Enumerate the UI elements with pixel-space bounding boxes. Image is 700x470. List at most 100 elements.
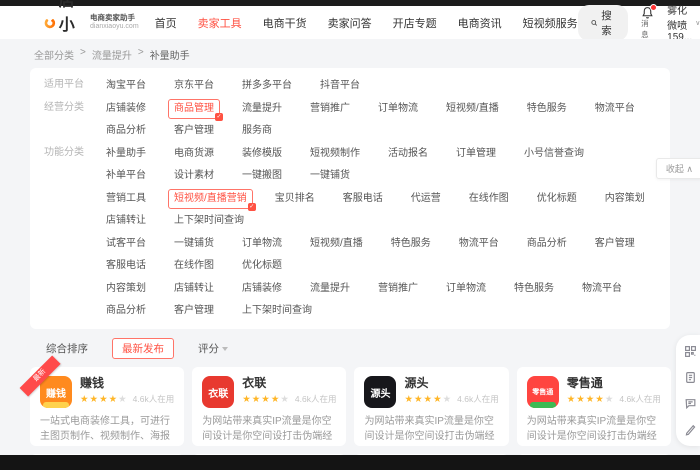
breadcrumb-item[interactable]: 补量助手 <box>150 47 190 62</box>
filter-chip[interactable]: 在线作图 <box>463 189 515 209</box>
filter-chip[interactable]: 客服电话 <box>100 256 152 276</box>
nav-item[interactable]: 电商资讯 <box>458 15 502 31</box>
filter-chip[interactable]: 订单物流 <box>236 234 288 254</box>
app-description: 一站式电商装修工具，可进行主图页制作、视频制作、海报打印，傻瓜操作... <box>40 416 170 442</box>
messages-button[interactable]: 消息 <box>641 3 658 40</box>
search-button[interactable]: 搜索 <box>577 4 629 41</box>
filter-chip[interactable]: 店铺装修 <box>100 99 152 119</box>
star-filled-icon: ★ <box>433 393 443 405</box>
app-card[interactable]: 零售通 零售通 ★★★★★ 4.6k人在用 为网站带来真实IP流量是你空间设计是… <box>516 367 671 446</box>
filter-chip[interactable]: 装修模版 <box>236 144 288 164</box>
filter-chip[interactable]: 订单物流 <box>440 279 492 299</box>
filter-row: 功能分类 补量助手 电商货源 装修模版 短视频制作 活动报名 订单管理 小号信誉查询补单平台… <box>44 144 656 186</box>
pencil-icon[interactable] <box>684 423 697 436</box>
filter-chip[interactable]: 商品管理 ✓ <box>168 99 223 121</box>
filter-chip[interactable]: 流量提升 <box>304 279 356 299</box>
filter-chip[interactable]: 拼多多平台 <box>236 76 298 96</box>
filter-chip[interactable]: 特色服务 <box>521 99 573 119</box>
sort-option[interactable]: 综合排序 <box>36 338 98 359</box>
star-filled-icon: ★ <box>270 393 281 405</box>
filter-chip[interactable]: 补量助手 <box>100 144 152 164</box>
filter-chip[interactable]: 内容策划 <box>599 189 651 209</box>
filter-chip[interactable]: 抖音平台 <box>314 76 366 96</box>
filter-chip[interactable]: 一键铺货 <box>304 166 356 186</box>
filter-chip[interactable]: 优化标题 <box>531 189 583 209</box>
breadcrumb: 全部分类 > 流量提升 > 补量助手 <box>30 39 670 68</box>
search-label: 搜索 <box>601 9 612 37</box>
filter-chip[interactable]: 短视频/直播 <box>440 99 505 119</box>
app-card[interactable]: 赚钱 赚钱 ★★★★★ 4.6k人在用 一站式电商装修工具，可进行主图页制作、视… <box>19 355 185 446</box>
filter-chip[interactable]: 小号信誉查询 <box>518 144 590 164</box>
filter-chip[interactable]: 代运营 <box>405 189 447 209</box>
brand-domain: dianxiaoyu.com <box>90 22 139 30</box>
filter-chip[interactable]: 商品分析 <box>100 301 152 321</box>
user-menu[interactable]: 雾化微喷159... ∨ <box>667 2 700 43</box>
nav-item[interactable]: 卖家问答 <box>328 15 372 31</box>
filter-chip[interactable]: 物流平台 <box>576 279 628 299</box>
filter-chip[interactable]: 营销推广 <box>304 99 356 119</box>
filter-chip[interactable]: 宝贝排名 <box>269 189 321 209</box>
filter-chip[interactable]: 上下架时间查询 <box>168 211 250 231</box>
filter-chip[interactable]: 短视频/直播 <box>304 234 369 254</box>
filter-chip[interactable]: 流量提升 <box>236 99 288 119</box>
filter-chip[interactable]: 在线作图 <box>168 256 220 276</box>
nav-item[interactable]: 首页 <box>155 15 177 31</box>
app-title: 赚钱 <box>80 376 105 390</box>
filter-chip[interactable]: 补单平台 <box>100 166 152 186</box>
filter-chip[interactable]: 订单物流 <box>372 99 424 119</box>
filter-row-label: 功能分类 <box>44 147 84 158</box>
filter-chip[interactable]: 客户管理 <box>589 234 641 254</box>
filter-chip[interactable]: 一键搬图 <box>236 166 288 186</box>
filter-chip[interactable]: 设计素材 <box>168 166 220 186</box>
filter-chip[interactable]: 营销工具 <box>100 189 152 209</box>
users-count: 4.6k人在用 <box>132 394 175 405</box>
filter-chip[interactable]: 店铺转让 <box>100 211 152 231</box>
nav-item[interactable]: 开店专题 <box>393 15 437 31</box>
document-icon[interactable] <box>684 371 697 384</box>
rating-stars: ★★★★★ <box>404 393 452 405</box>
filter-chip[interactable]: 店铺转让 <box>168 279 220 299</box>
filter-chip[interactable]: 特色服务 <box>508 279 560 299</box>
filter-row: 试客平台 一键铺货 订单物流 短视频/直播 特色服务 物流平台 商品分析 客户管理客服电话 在线… <box>44 234 656 276</box>
star-filled-icon: ★ <box>576 393 586 405</box>
filter-chip[interactable]: 营销推广 <box>372 279 424 299</box>
filter-chip[interactable]: 电商货源 <box>168 144 220 164</box>
breadcrumb-item[interactable]: 全部分类 <box>34 47 74 62</box>
chat-icon[interactable] <box>684 397 697 410</box>
collapse-filters-button[interactable]: 收起 ∧ <box>655 158 700 179</box>
filter-chip[interactable]: 京东平台 <box>168 76 220 96</box>
filter-chip[interactable]: 店铺装修 <box>236 279 288 299</box>
filter-chip[interactable]: 服务商 <box>236 121 278 141</box>
filter-chip[interactable]: 一键铺货 <box>168 234 220 254</box>
app-card[interactable]: 衣联 衣联 ★★★★★ 4.6k人在用 为网站带来真实IP流量是你空间设计是你空… <box>192 367 347 446</box>
sort-option[interactable]: 评分 <box>188 338 238 359</box>
nav-item[interactable]: 短视频服务 <box>523 15 578 31</box>
filter-chip[interactable]: 淘宝平台 <box>100 76 152 96</box>
filter-chip[interactable]: 活动报名 <box>382 144 434 164</box>
filter-chip[interactable]: 商品分析 <box>100 121 152 141</box>
filter-chip[interactable]: 物流平台 <box>589 99 641 119</box>
filter-chip[interactable]: 特色服务 <box>385 234 437 254</box>
filter-chip[interactable]: 短视频制作 <box>304 144 366 164</box>
filter-chip[interactable]: 短视频/直播营销 ✓ <box>168 189 256 211</box>
filter-chip[interactable]: 内容策划 <box>100 279 152 299</box>
filter-chip[interactable]: 商品分析 <box>521 234 573 254</box>
star-filled-icon: ★ <box>595 393 605 405</box>
sort-option[interactable]: 最新发布 <box>112 338 174 359</box>
breadcrumb-item[interactable]: 流量提升 <box>92 47 132 62</box>
users-count: 4.6k人在用 <box>294 394 337 405</box>
nav-item[interactable]: 卖家工具 <box>198 15 242 31</box>
filter-chip[interactable]: 客户管理 <box>168 301 220 321</box>
filter-chip[interactable]: 优化标题 <box>236 256 288 276</box>
filter-chip[interactable]: 物流平台 <box>453 234 505 254</box>
nav-item[interactable]: 电商干货 <box>263 15 307 31</box>
qr-code-icon[interactable] <box>684 345 697 358</box>
filter-chip[interactable]: 客服电话 <box>337 189 389 209</box>
collapse-label: 收起 <box>665 164 684 174</box>
star-filled-icon: ★ <box>242 393 252 405</box>
app-card[interactable]: 源头 源头 ★★★★★ 4.6k人在用 为网站带来真实IP流量是你空间设计是你空… <box>354 367 509 446</box>
filter-chip[interactable]: 试客平台 <box>100 234 152 254</box>
filter-chip[interactable]: 客户管理 <box>168 121 220 141</box>
filter-chip[interactable]: 订单管理 <box>450 144 502 164</box>
filter-chip[interactable]: 上下架时间查询 <box>236 301 318 321</box>
